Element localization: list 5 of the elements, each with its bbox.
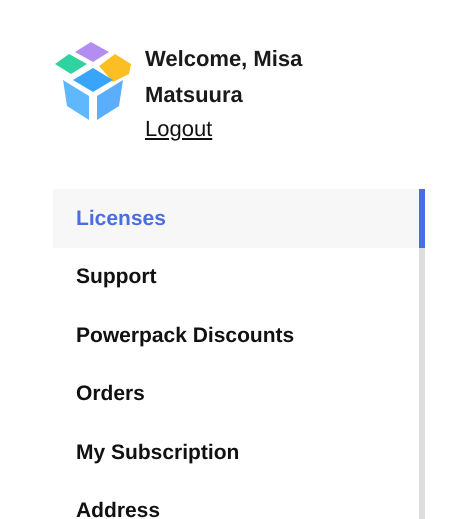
menu-item[interactable]: Support bbox=[53, 248, 425, 306]
boxes-logo-icon bbox=[53, 40, 133, 122]
menu-item[interactable]: Licenses bbox=[53, 189, 425, 248]
logout-link[interactable]: Logout bbox=[145, 113, 212, 145]
welcome-text: Welcome, Misa Matsuura bbox=[145, 45, 304, 109]
